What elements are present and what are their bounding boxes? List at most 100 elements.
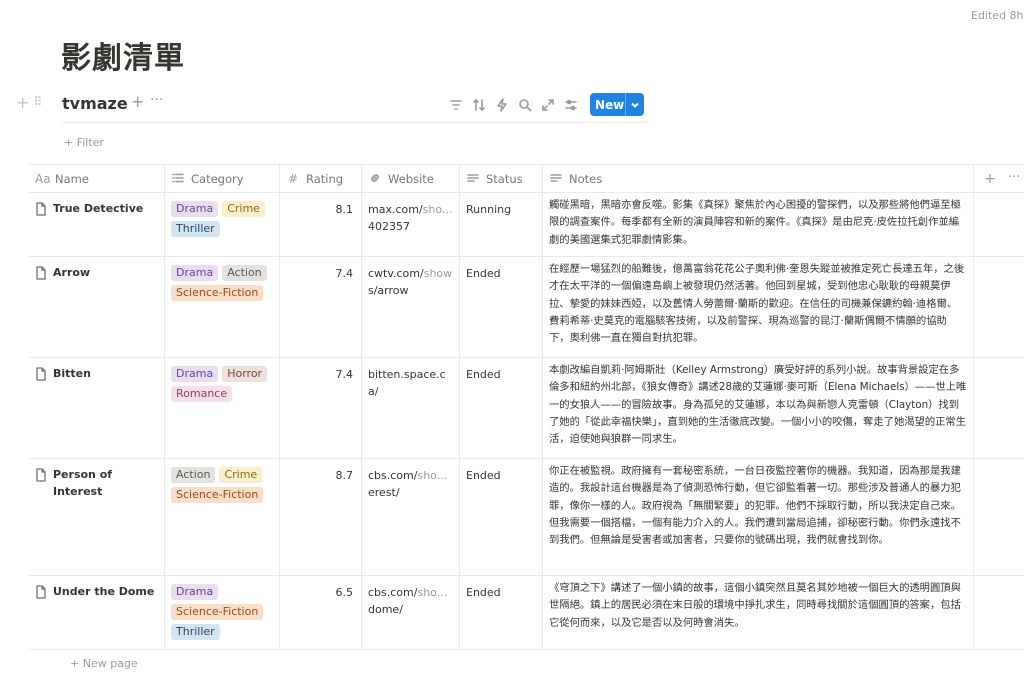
cell-rating[interactable]: 7.4 (280, 257, 362, 357)
settings-icon[interactable] (562, 96, 580, 114)
cell-rating[interactable]: 8.7 (280, 459, 362, 575)
cell-category[interactable]: Action Crime Science-Fiction (165, 459, 280, 575)
cell-name[interactable]: True Detective (29, 193, 165, 256)
cell-empty (974, 193, 1024, 256)
website-text[interactable]: cbs.com/ (368, 469, 417, 482)
page-icon (35, 367, 47, 381)
row-title: True Detective (53, 202, 144, 215)
row-title: Person of Interest (53, 468, 113, 499)
add-property-button[interactable]: + (984, 171, 996, 187)
column-header-notes[interactable]: Notes (543, 165, 974, 193)
row-title: Bitten (53, 367, 91, 380)
category-tag[interactable]: Science-Fiction (171, 487, 264, 503)
website-tail: s/arrow (368, 284, 409, 298)
cell-status[interactable]: Running (460, 193, 543, 256)
cell-rating[interactable]: 7.4 (280, 358, 362, 458)
new-button-label: New (595, 97, 625, 112)
table-row[interactable]: True Detective Drama Crime Thriller 8.1 max.c… (29, 193, 1024, 257)
cell-empty (974, 358, 1024, 458)
cell-notes[interactable]: 你正在被監視。政府擁有一套秘密系統，一台日夜監控著你的機器。我知道，因為那是我建… (543, 459, 974, 575)
category-tag[interactable]: Thriller (171, 624, 220, 640)
website-text[interactable]: max.com/ (368, 203, 423, 216)
table-row[interactable]: Bitten Drama Horror Romance 7.4 bitten.space.… (29, 358, 1024, 459)
category-tag[interactable]: Science-Fiction (171, 604, 264, 620)
website-tail: 402357 (368, 220, 410, 234)
website-text[interactable]: cwtv.com/ (368, 267, 424, 280)
drag-handle-icon[interactable]: ⠿ (33, 95, 43, 110)
add-view-button[interactable]: + (131, 92, 144, 111)
column-header-rating[interactable]: # Rating (280, 165, 362, 193)
cell-status[interactable]: Ended (460, 459, 543, 575)
cell-category[interactable]: Drama Horror Romance (165, 358, 280, 458)
category-tag[interactable]: Horror (222, 366, 268, 382)
add-block-icon[interactable]: + (16, 93, 29, 112)
cell-website[interactable]: cbs.com/sho... erest/ (362, 459, 460, 575)
cell-website[interactable]: max.com/sho... 402357 (362, 193, 460, 256)
cell-name[interactable]: Arrow (29, 257, 165, 357)
page-icon (35, 202, 47, 216)
page-title: 影劇清單 (61, 41, 185, 76)
database-more-button[interactable]: ··· (150, 92, 163, 108)
row-title: Arrow (53, 266, 91, 279)
cell-name[interactable]: Under the Dome (29, 576, 165, 649)
cell-rating[interactable]: 6.5 (280, 576, 362, 649)
page-icon (35, 585, 47, 599)
multi-select-property-icon (171, 172, 185, 187)
column-header-status[interactable]: Status (460, 165, 543, 193)
more-properties-button[interactable]: ··· (1008, 170, 1020, 185)
table-row[interactable]: Under the Dome Drama Science-Fiction Thrill… (29, 576, 1024, 650)
cell-website[interactable]: cwtv.com/show s/arrow (362, 257, 460, 357)
category-tag[interactable]: Drama (171, 201, 219, 217)
cell-rating[interactable]: 8.1 (280, 193, 362, 256)
text-lines-property-icon (549, 172, 563, 187)
category-tag[interactable]: Drama (171, 366, 219, 382)
cell-status[interactable]: Ended (460, 257, 543, 357)
add-filter-button[interactable]: + Filter (64, 136, 104, 149)
cell-notes[interactable]: 在經歷一場猛烈的船難後，億萬富翁花花公子奧利佛·奎恩失蹤並被推定死亡長達五年，之… (543, 257, 974, 357)
cell-notes[interactable]: 《穹頂之下》講述了一個小鎮的故事，這個小鎮突然且莫名其妙地被一個巨大的透明圓頂與… (543, 576, 974, 649)
expand-icon[interactable] (539, 96, 557, 114)
website-text[interactable]: bitten.space.ca/ (368, 368, 446, 398)
text-property-icon: Aa (35, 172, 51, 186)
column-header-category[interactable]: Category (165, 165, 280, 193)
column-header-name[interactable]: Aa Name (29, 165, 165, 193)
cell-status[interactable]: Ended (460, 358, 543, 458)
database-table: Aa Name Category # Rating Website Status (29, 164, 1024, 650)
new-page-button[interactable]: + New page (70, 657, 138, 670)
cell-category[interactable]: Drama Science-Fiction Thriller (165, 576, 280, 649)
category-tag[interactable]: Thriller (171, 221, 220, 237)
row-title: Under the Dome (53, 585, 155, 598)
cell-website[interactable]: bitten.space.ca/ (362, 358, 460, 458)
table-row[interactable]: Person of Interest Action Crime Science-Fic… (29, 459, 1024, 576)
category-tag[interactable]: Science-Fiction (171, 285, 264, 301)
website-text[interactable]: cbs.com/ (368, 586, 417, 599)
cell-status[interactable]: Ended (460, 576, 543, 649)
cell-category[interactable]: Drama Crime Thriller (165, 193, 280, 256)
database-title[interactable]: tvmaze (62, 94, 128, 113)
cell-name[interactable]: Bitten (29, 358, 165, 458)
cell-name[interactable]: Person of Interest (29, 459, 165, 575)
category-tag[interactable]: Crime (219, 467, 263, 483)
cell-notes[interactable]: 觸碰黑暗，黑暗亦會反噬。影集《真探》聚焦於內心困擾的警探們，以及那些將他們逼至極… (543, 193, 974, 256)
website-truncated: show (423, 267, 453, 280)
category-tag[interactable]: Romance (171, 386, 233, 402)
category-tag[interactable]: Action (171, 467, 216, 483)
category-tag[interactable]: Crime (222, 201, 265, 217)
category-tag[interactable]: Action (222, 265, 267, 281)
number-property-icon: # (287, 172, 299, 186)
search-icon[interactable] (516, 96, 534, 114)
new-button[interactable]: New (590, 93, 644, 116)
category-tag[interactable]: Drama (171, 265, 219, 281)
cell-notes[interactable]: 本劇改編自凱莉·阿姆斯壯（Kelley Armstrong）廣受好評的系列小說。… (543, 358, 974, 458)
automation-icon[interactable] (493, 96, 511, 114)
column-header-website[interactable]: Website (362, 165, 460, 193)
cell-empty (974, 257, 1024, 357)
cell-website[interactable]: cbs.com/sho... dome/ (362, 576, 460, 649)
category-tag[interactable]: Drama (171, 584, 219, 600)
cell-empty (974, 459, 1024, 575)
filter-icon[interactable] (447, 96, 465, 114)
chevron-down-icon[interactable] (626, 100, 644, 110)
sort-icon[interactable] (470, 96, 488, 114)
cell-category[interactable]: Drama Action Science-Fiction (165, 257, 280, 357)
table-row[interactable]: Arrow Drama Action Science-Fiction 7.4 cwtv.c… (29, 257, 1024, 358)
